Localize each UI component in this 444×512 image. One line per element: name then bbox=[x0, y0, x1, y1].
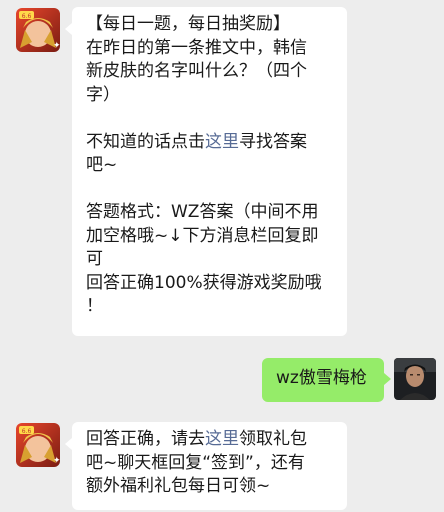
message-bubble: 【每日一题，每日抽奖励】 在昨日的第一条推文中，韩信 新皮肤的名字叫什么？（四个… bbox=[65, 7, 347, 336]
game-logo-icon[interactable]: 6.6 ✦ bbox=[16, 423, 60, 467]
message-text-line: 新皮肤的名字叫什么？（四个 bbox=[86, 61, 307, 81]
svg-text:✦: ✦ bbox=[53, 41, 60, 51]
here-link[interactable]: 这里 bbox=[205, 132, 239, 152]
svg-text:6.6: 6.6 bbox=[22, 13, 32, 20]
message-text-line: 字） bbox=[86, 84, 120, 105]
message-text-line: 吧~ bbox=[86, 155, 118, 175]
message-text-line: 吧~聊天框回复“签到”，还有 bbox=[86, 452, 305, 473]
message-text-line: 回答正确，请去这里领取礼包 bbox=[86, 428, 335, 452]
message-text-line: 额外福利礼包每日可领~ bbox=[86, 476, 271, 496]
message-text-line: 可 bbox=[86, 249, 103, 269]
here-link[interactable]: 这里 bbox=[205, 429, 239, 449]
svg-text:✦: ✦ bbox=[53, 456, 60, 466]
message-text-line: 不知道的话点击这里寻找答案 bbox=[86, 131, 335, 155]
svg-text:6.6: 6.6 bbox=[22, 428, 32, 435]
message-text: 领取礼包 bbox=[239, 429, 307, 449]
message-text-line: 在昨日的第一条推文中，韩信 bbox=[86, 37, 307, 58]
game-logo-icon[interactable]: 6.6 ✦ bbox=[16, 8, 60, 52]
message-text-line: 答题格式：WZ答案（中间不用 bbox=[86, 202, 319, 222]
message-text: 不知道的话点击 bbox=[86, 131, 205, 152]
message-text-line: 回答正确100%获得游戏奖励哦 bbox=[86, 272, 322, 293]
message-text-line: 加空格哦~↓下方消息栏回复即 bbox=[86, 225, 319, 246]
message-text-line: ！ bbox=[86, 296, 103, 316]
message-bubble-outgoing: wz傲雪梅枪 bbox=[262, 358, 391, 402]
message-text: 寻找答案 bbox=[239, 131, 307, 152]
message-bubble: 回答正确，请去这里领取礼包 吧~聊天框回复“签到”，还有 额外福利礼包每日可领~ bbox=[65, 422, 347, 510]
message-text: 回答正确，请去 bbox=[86, 429, 205, 449]
message-text: wz傲雪梅枪 bbox=[276, 368, 367, 388]
message-text-line: 【每日一题，每日抽奖励】 bbox=[86, 14, 290, 34]
user-avatar[interactable] bbox=[394, 358, 436, 400]
